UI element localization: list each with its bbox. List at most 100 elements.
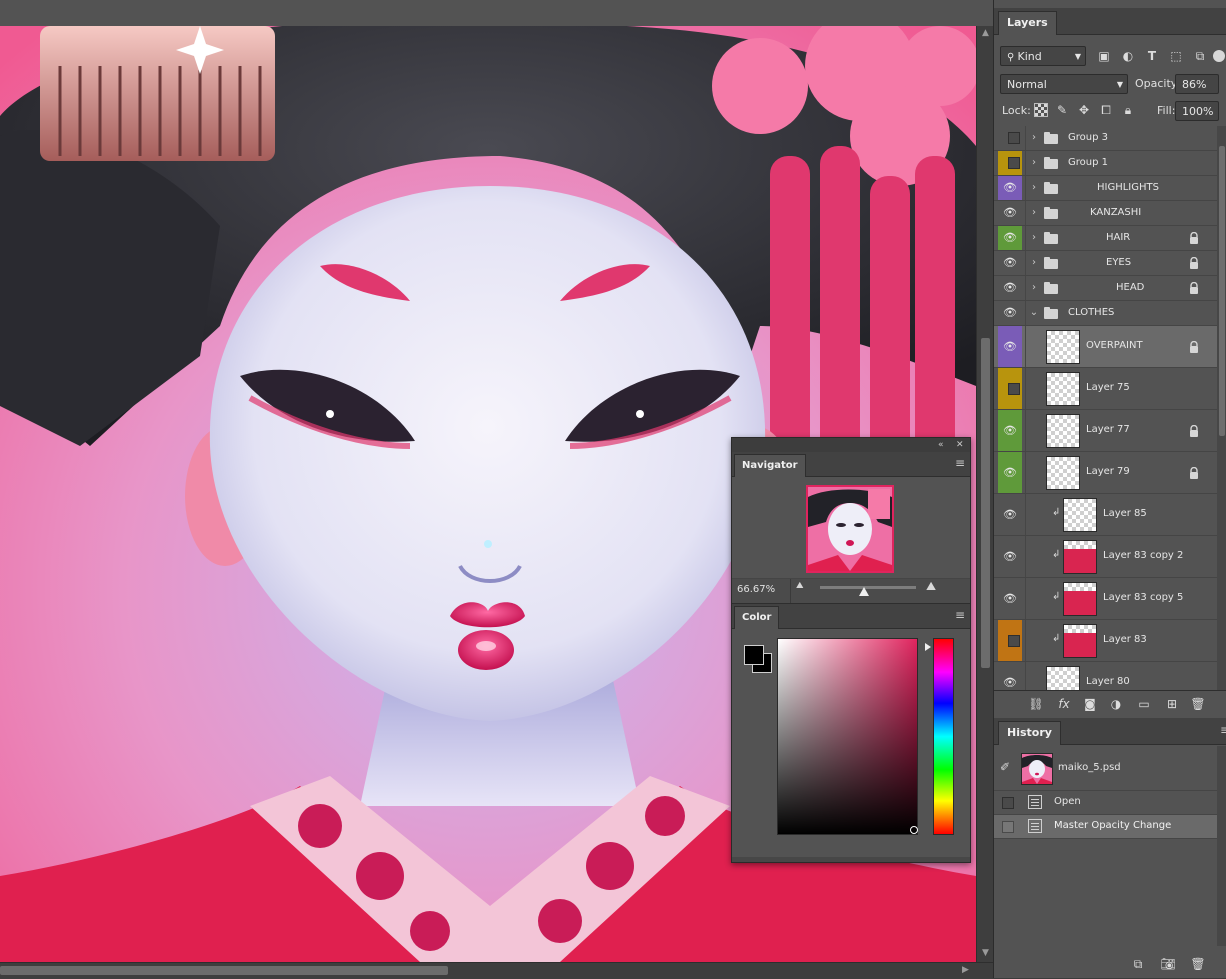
layer-group-row[interactable]: 👁︎ ⌄ CLOTHES (994, 301, 1217, 326)
layer-visibility-toggle[interactable]: 👁︎ (998, 494, 1022, 535)
layer-row[interactable]: 👁︎ OVERPAINT (994, 326, 1217, 368)
layer-list[interactable]: › Group 3 › Group 1 👁︎ › HIGHLIGHTS 👁︎ › KANZASHI… (994, 126, 1217, 690)
collapse-panel-icon[interactable]: « (938, 438, 944, 452)
layer-row[interactable]: 👁︎ Layer 77 (994, 410, 1217, 452)
new-adjustment-layer-icon[interactable]: ◑ (1108, 696, 1124, 712)
canvas-horizontal-scrollbar[interactable]: ▶ (0, 962, 993, 979)
layer-group-row[interactable]: 👁︎ › HIGHLIGHTS (994, 176, 1217, 201)
layer-group-row[interactable]: › Group 1 (994, 151, 1217, 176)
tab-history[interactable]: History (998, 721, 1061, 745)
layer-group-row[interactable]: 👁︎ › KANZASHI (994, 201, 1217, 226)
pixel-filter-icon[interactable]: ▣ (1096, 48, 1112, 64)
new-layer-icon[interactable]: ⊞ (1164, 696, 1180, 712)
layer-row[interactable]: 👁︎ ↲ Layer 83 copy 2 (994, 536, 1217, 578)
layer-visibility-toggle[interactable]: 👁︎ (998, 276, 1022, 300)
scroll-up-icon[interactable]: ▲ (977, 28, 994, 38)
layer-visibility-toggle[interactable]: 👁︎ (998, 662, 1022, 690)
layer-thumbnail[interactable] (1063, 624, 1097, 658)
foreground-color-swatch[interactable] (744, 645, 764, 665)
layer-thumbnail[interactable] (1046, 456, 1080, 490)
lock-transparent-pixels-icon[interactable] (1034, 103, 1048, 117)
layer-thumbnail[interactable] (1046, 330, 1080, 364)
layer-thumbnail[interactable] (1046, 666, 1080, 690)
close-panel-icon[interactable]: ✕ (956, 438, 964, 452)
layer-style-fx-icon[interactable]: fx (1056, 696, 1072, 712)
layers-scroll-thumb[interactable] (1219, 146, 1225, 436)
layer-thumbnail[interactable] (1046, 372, 1080, 406)
tab-navigator[interactable]: Navigator (734, 454, 806, 477)
layer-visibility-toggle[interactable]: 👁︎ (998, 226, 1022, 250)
vertical-scroll-thumb[interactable] (981, 338, 990, 668)
layer-visibility-toggle[interactable]: 👁︎ (998, 578, 1022, 619)
layer-visibility-toggle[interactable]: 👁︎ (998, 326, 1022, 367)
navigator-menu-icon[interactable]: ≡ (954, 457, 966, 469)
layer-group-row[interactable]: › Group 3 (994, 126, 1217, 151)
smart-object-filter-icon[interactable]: ⧉ (1192, 48, 1208, 64)
history-scrollbar[interactable] (1217, 746, 1226, 946)
hue-slider-handle[interactable] (925, 643, 931, 651)
layer-row[interactable]: ↲ Layer 83 (994, 620, 1217, 662)
navigator-color-panel-group[interactable]: « ✕ Navigator ≡ 66.67% ⛰ ⛰ Color ≡ (731, 437, 971, 863)
add-mask-icon[interactable]: ◙ (1082, 696, 1098, 712)
layer-visibility-toggle[interactable]: 👁︎ (998, 452, 1022, 493)
zoom-out-icon[interactable]: ⛰ (796, 581, 804, 591)
hue-slider[interactable] (933, 638, 954, 835)
fill-field[interactable]: 100% (1175, 101, 1219, 121)
layer-group-row[interactable]: 👁︎ › EYES (994, 251, 1217, 276)
color-field[interactable] (777, 638, 918, 835)
history-source-box[interactable] (1002, 797, 1014, 809)
layer-row[interactable]: 👁︎ ↲ Layer 85 (994, 494, 1217, 536)
delete-state-icon[interactable]: 🗑︎ (1190, 956, 1206, 972)
shape-filter-icon[interactable]: ⬚ (1168, 48, 1184, 64)
layer-row[interactable]: 👁︎ ↲ Layer 83 copy 5 (994, 578, 1217, 620)
history-menu-icon[interactable]: ≡ (1219, 724, 1226, 736)
layer-visibility-toggle[interactable]: 👁︎ (998, 536, 1022, 577)
new-snapshot-camera-icon[interactable]: 📷︎ (1160, 956, 1176, 972)
new-document-from-state-icon[interactable]: ⧉ (1130, 956, 1146, 972)
layer-group-row[interactable]: 👁︎ › HEAD (994, 276, 1217, 301)
delete-layer-icon[interactable]: 🗑︎ (1190, 696, 1206, 712)
layer-visibility-toggle[interactable]: 👁︎ (998, 410, 1022, 451)
chevron-right-icon[interactable]: › (1029, 276, 1039, 300)
layer-visibility-toggle[interactable]: 👁︎ (998, 251, 1022, 275)
layer-visibility-toggle[interactable] (998, 151, 1022, 175)
tab-layers[interactable]: Layers (998, 11, 1057, 35)
blend-mode-select[interactable]: Normal ▼ (1000, 74, 1128, 94)
panel-group-header[interactable]: « ✕ (732, 438, 970, 452)
layer-row[interactable]: 👁︎ Layer 80 (994, 662, 1217, 690)
history-brush-icon[interactable]: ✐ (1000, 760, 1010, 774)
chevron-right-icon[interactable]: › (1029, 176, 1039, 200)
horizontal-scroll-thumb[interactable] (0, 966, 448, 975)
zoom-slider-handle[interactable] (859, 587, 869, 596)
layer-row[interactable]: 👁︎ Layer 79 (994, 452, 1217, 494)
tab-color[interactable]: Color (734, 606, 780, 629)
lock-artboard-icon[interactable]: ⧠ (1098, 102, 1114, 118)
layer-thumbnail[interactable] (1063, 582, 1097, 616)
layer-thumbnail[interactable] (1063, 540, 1097, 574)
lock-position-icon[interactable]: ✥ (1076, 102, 1092, 118)
color-picker-cursor[interactable] (910, 826, 918, 834)
layer-visibility-toggle[interactable]: 👁︎ (998, 301, 1022, 325)
layer-visibility-toggle[interactable] (998, 368, 1022, 409)
layer-thumbnail[interactable] (1046, 414, 1080, 448)
canvas-vertical-scrollbar[interactable]: ▲ ▼ (976, 26, 994, 962)
chevron-right-icon[interactable]: › (1029, 151, 1039, 175)
filter-toggle-switch[interactable] (1213, 50, 1225, 62)
layer-visibility-toggle[interactable] (998, 620, 1022, 661)
chevron-right-icon[interactable]: › (1029, 201, 1039, 225)
layers-scrollbar[interactable] (1217, 126, 1226, 690)
zoom-readout[interactable]: 66.67% (737, 584, 775, 595)
layer-visibility-toggle[interactable] (998, 126, 1022, 150)
chevron-right-icon[interactable]: › (1029, 126, 1039, 150)
new-group-icon[interactable]: ▭ (1136, 696, 1152, 712)
history-state-row[interactable]: Open (994, 791, 1217, 815)
layer-visibility-toggle[interactable]: 👁︎ (998, 176, 1022, 200)
type-filter-icon[interactable]: T (1144, 48, 1160, 64)
link-layers-icon[interactable]: ⛓ (1028, 696, 1044, 712)
scroll-down-icon[interactable]: ▼ (977, 948, 994, 958)
history-source-box[interactable] (1002, 821, 1014, 833)
color-menu-icon[interactable]: ≡ (954, 609, 966, 621)
panel-resize-grip[interactable] (732, 857, 970, 862)
layer-filter-select[interactable]: ⚲ Kind ▼ (1000, 46, 1086, 66)
chevron-down-icon[interactable]: ⌄ (1029, 301, 1039, 325)
